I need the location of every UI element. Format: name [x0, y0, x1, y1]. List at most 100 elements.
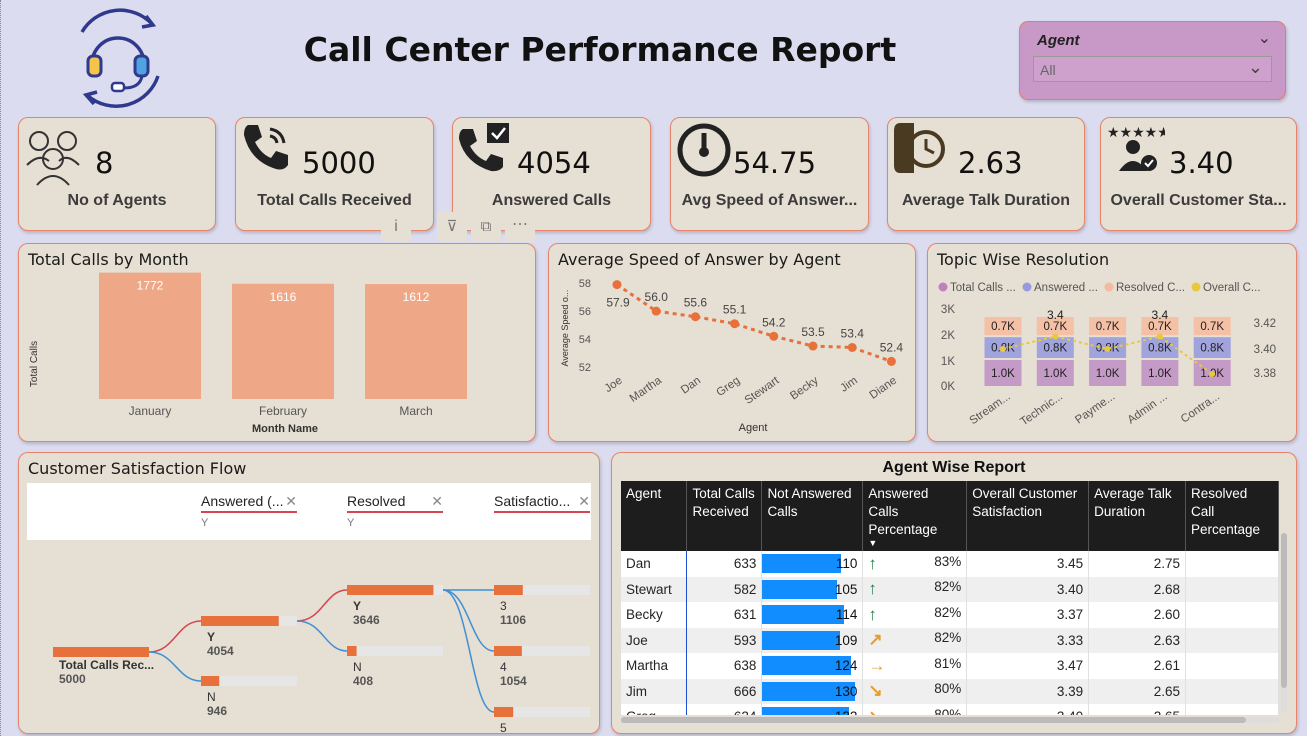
column-header[interactable]: Average Talk Duration [1088, 481, 1187, 551]
vertical-scrollbar[interactable] [1281, 533, 1287, 713]
node-bar[interactable] [201, 616, 279, 626]
column-header[interactable]: Answered Calls Percentage ▼ [862, 481, 968, 551]
y2-tick-label: 3.42 [1254, 318, 1276, 330]
scrollbar-thumb[interactable] [1281, 533, 1287, 688]
line-point[interactable] [1209, 371, 1216, 377]
legend-label[interactable]: Total Calls ... [950, 282, 1016, 294]
table-row[interactable]: Joe 593 109 ↗ 82% 3.33 2.63 [621, 627, 1279, 653]
data-point[interactable] [690, 312, 700, 322]
column-header[interactable]: Not Answered Calls [761, 481, 864, 551]
cell-total: 631 [686, 602, 763, 628]
slicer-dropdown[interactable]: All ⌄ [1033, 56, 1272, 82]
data-label: 1.0K [991, 368, 1015, 380]
line-point[interactable] [1000, 346, 1006, 352]
agent-slicer[interactable]: Agent ⌄ All ⌄ [1019, 21, 1286, 100]
node-bar[interactable] [494, 585, 523, 595]
kpi-label: Average Talk Duration [901, 192, 1071, 209]
data-label: 0.8K [1148, 343, 1172, 355]
kpi-card[interactable]: 54.75 Avg Speed of Answer... [670, 117, 869, 231]
line-point[interactable] [1156, 333, 1163, 340]
legend-label[interactable]: Answered ... [1034, 282, 1098, 294]
column-header[interactable]: Overall Customer Satisfaction [966, 481, 1090, 551]
data-point[interactable] [808, 341, 818, 351]
topic-resolution-chart[interactable]: Topic Wise Resolution Total Calls ... Ans… [927, 243, 1297, 442]
cell-value: 110 [835, 556, 858, 572]
table-row[interactable]: Martha 638 124 → 81% 3.47 2.61 [621, 653, 1279, 679]
kpi-label: No of Agents [67, 192, 167, 209]
satisfaction-flow[interactable]: Customer Satisfaction Flow Answered (...… [18, 452, 600, 735]
trend-arrow-icon: ↑ [868, 553, 877, 573]
column-header[interactable]: Resolved Call Percentage [1185, 481, 1279, 551]
root-bar[interactable] [53, 647, 149, 657]
line-point[interactable] [1104, 346, 1111, 352]
focus-mode-icon[interactable]: ⧉ [471, 212, 501, 242]
info-icon[interactable]: i [381, 212, 411, 242]
data-label: 0.7K [1043, 321, 1067, 333]
cell-agent: Jim [621, 678, 688, 704]
kpi-card[interactable]: 8 No of Agents [18, 117, 216, 231]
slicer-collapse-icon[interactable]: ⌄ [1258, 28, 1271, 48]
data-label: 0.8K [1043, 343, 1067, 355]
legend-label[interactable]: Overall C... [1203, 282, 1261, 294]
column-header[interactable]: Agent [621, 481, 688, 551]
cell-resolved [1185, 602, 1279, 628]
table-row[interactable]: Jim 666 130 ↘ 80% 3.39 2.65 [621, 678, 1279, 704]
data-label: 53.5 [801, 325, 825, 339]
data-label: 55.1 [723, 303, 747, 317]
node-bar[interactable] [347, 646, 357, 656]
x-tick-label: Jim [838, 375, 860, 395]
cell-talk: 2.68 [1088, 576, 1187, 602]
data-point[interactable] [847, 342, 857, 352]
column-header[interactable]: Total Calls Received [686, 481, 763, 551]
page-title: Call Center Performance Report [303, 30, 897, 69]
data-point[interactable] [886, 356, 896, 366]
data-point[interactable] [769, 331, 779, 341]
node-label: Y [353, 599, 361, 613]
y-axis-label: Total Calls [29, 341, 40, 387]
kpi-card[interactable]: 2.63 Average Talk Duration [887, 117, 1085, 231]
line-label: 3.4 [1047, 308, 1064, 322]
x-tick-label: Contra... [1179, 391, 1222, 426]
node-value: 4054 [207, 644, 234, 658]
cell-value: 82% [934, 579, 962, 595]
data-point[interactable] [651, 306, 661, 316]
node-bar[interactable] [494, 646, 522, 656]
kpi-card[interactable]: ★★★★★ 3.40 Overall Customer Sta... [1100, 117, 1297, 231]
legend-label[interactable]: Resolved C... [1116, 282, 1185, 294]
data-label: 55.6 [684, 296, 708, 310]
data-label: 1772 [137, 279, 164, 293]
x-tick-label: March [399, 404, 432, 418]
node-bar[interactable] [494, 707, 514, 717]
x-tick-label: January [129, 404, 172, 418]
table-row[interactable]: Dan 633 110 ↑ 83% 3.45 2.75 [621, 551, 1279, 577]
data-label: 1.0K [1043, 368, 1067, 380]
data-point[interactable] [730, 319, 740, 329]
calls-by-month-chart[interactable]: Total Calls by Month Total Calls 1772 Janu… [18, 243, 536, 442]
speed-by-agent-chart[interactable]: Average Speed of Answer by Agent Average… [548, 243, 916, 442]
cell-value: 80% [934, 681, 962, 697]
cell-total: 633 [686, 551, 763, 577]
agent-report[interactable]: Agent Wise Report Agent Total Calls Recei… [611, 452, 1297, 734]
line-point[interactable] [1052, 333, 1059, 340]
more-options-icon[interactable]: ⋯ [505, 212, 535, 242]
scrollbar-thumb[interactable] [621, 717, 1246, 723]
phone-clock-icon [892, 121, 950, 180]
slicer-value: All [1040, 62, 1056, 78]
data-label: 1612 [403, 290, 430, 304]
cell-value: 122 [835, 709, 863, 715]
node-label: N [207, 690, 216, 704]
sort-desc-icon[interactable]: ▼ [868, 539, 961, 548]
table-row[interactable]: Stewart 582 105 ↑ 82% 3.40 2.68 [621, 576, 1279, 602]
x-tick-label: Admin ... [1126, 391, 1170, 427]
filter-icon[interactable]: ⊽ [437, 212, 467, 242]
cell-agent: Stewart [621, 576, 688, 602]
cell-satisfaction: 3.47 [966, 653, 1090, 679]
node-bar[interactable] [201, 676, 220, 686]
cell-satisfaction: 3.40 [966, 576, 1090, 602]
data-point[interactable] [612, 280, 622, 290]
horizontal-scrollbar[interactable] [621, 717, 1279, 723]
table-row[interactable]: Becky 631 114 ↑ 82% 3.37 2.60 [621, 602, 1279, 628]
table-row[interactable]: Greg 624 122 ↘ 80% 3.40 2.65 [621, 704, 1279, 715]
cell-satisfaction: 3.33 [966, 627, 1090, 653]
node-bar[interactable] [347, 585, 434, 595]
